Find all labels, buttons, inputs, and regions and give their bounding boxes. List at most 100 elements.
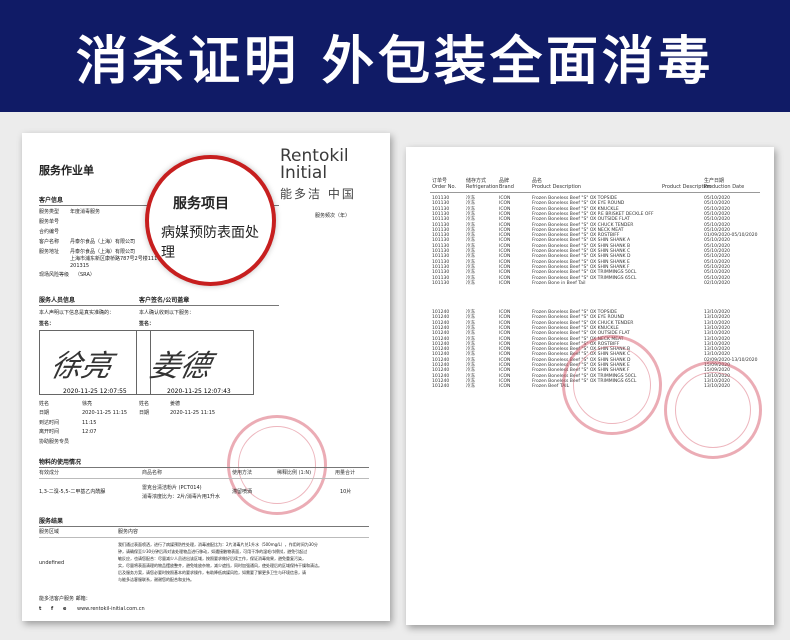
footer-social-e-icon: e — [63, 606, 67, 612]
cell-desc: Frozen Boneless Beef "S" OX SHIN SHANK A — [532, 238, 631, 244]
cell-date: 05/10/2020 — [704, 217, 730, 223]
client-statement: 本人确认收到以下服务： — [139, 310, 195, 316]
staff-sign-label: 签名： — [39, 321, 55, 327]
cell-ref: 冷冻 — [466, 352, 475, 358]
cell-brand: ICON — [499, 384, 511, 390]
service-item-magnifier: 服务项目 病媒预防表面处理 — [145, 155, 276, 286]
cell-date: 05/10/2020 — [704, 254, 730, 260]
cell-ref: 冷冻 — [466, 238, 475, 244]
cell-desc: Frozen Boneless Beef "S" OX SHIN SHANK B — [532, 243, 631, 249]
cell-brand: ICON — [499, 357, 511, 363]
staff-section-title: 服务人员信息 — [39, 297, 76, 304]
cell-brand: ICON — [499, 315, 511, 321]
cell-brand: ICON — [499, 201, 511, 207]
magnifier-title: 服务项目 — [173, 196, 229, 212]
material-method: 滞留喷洒 — [232, 489, 253, 495]
info-value: 2020-11-25 11:15 — [170, 410, 216, 416]
cell-ref: 冷冻 — [466, 243, 475, 249]
info-label: 日期 — [39, 410, 50, 416]
col-header: Production Date — [704, 184, 745, 190]
footer-social-f-icon: f — [51, 606, 54, 612]
cell-order: 101130 — [432, 275, 450, 281]
cell-order: 101130 — [432, 243, 450, 249]
client-signature-box: 姜德 2020-11-25 12:07:43 — [136, 330, 254, 395]
cell-desc: Frozen Boneless Beef "S" OX OUTSIDE FLAT — [532, 217, 630, 223]
brand-line2: Initial — [280, 163, 328, 183]
row-value: 年度消毒服务 — [70, 209, 101, 215]
col-header: Order No. — [432, 184, 457, 190]
cell-brand: ICON — [499, 259, 511, 265]
service-frequency: 服务频次（年） — [315, 213, 351, 219]
info-value: 11:15 — [82, 420, 97, 426]
content-line: 敏反应，也请您配合：尽量减少人员进出该区域，按照要求做好后续工作，保证消毒效果，… — [118, 556, 306, 561]
row-label: 客户名称 — [39, 239, 60, 245]
cell-ref: 冷冻 — [466, 373, 475, 379]
cell-ref: 冷冻 — [466, 315, 475, 321]
cell-order: 101240 — [432, 315, 450, 321]
material-ingredient: 1,3-二溴-5,5-二甲基乙内酰脲 — [39, 489, 106, 495]
info-label: 姓名 — [139, 401, 150, 407]
footer-social-t-icon: t — [39, 606, 42, 612]
cell-order: 101130 — [432, 280, 450, 286]
cell-order: 101240 — [432, 368, 450, 374]
cell-desc: Frozen Bone in Beef Tail — [532, 280, 586, 286]
info-label: 协助服务专员 — [39, 439, 70, 445]
footer-label: 能多洁客户服务 邮箱： — [39, 596, 91, 602]
cell-desc: Frozen Boneless Beef "S" OX SHIN SHANK D — [532, 254, 631, 260]
customs-stamp-right — [664, 361, 762, 459]
brand-cn: 能多洁 中国 — [280, 187, 356, 201]
cell-order: 101240 — [432, 352, 450, 358]
row-value: （SRA） — [75, 272, 95, 278]
cell-desc: Frozen Boneless Beef "S" OX CHUCK TENDER — [532, 320, 634, 326]
cell-brand: ICON — [499, 206, 511, 212]
cell-brand: ICON — [499, 368, 511, 374]
row-value: 201315 — [70, 263, 90, 269]
info-label: 离开时间 — [39, 429, 60, 435]
staff-timestamp: 2020-11-25 12:07:55 — [63, 388, 127, 395]
cell-date: 05/10/2020 — [704, 275, 730, 281]
cell-date: 02/10/2020 — [704, 280, 730, 286]
row-label: 服务单号 — [39, 219, 60, 225]
cell-ref: 冷冻 — [466, 331, 475, 337]
cell-desc: Frozen Boneless Beef "S" OX EYE ROUND — [532, 201, 625, 207]
client-signature: 姜德 — [146, 349, 214, 384]
row-label: 合约编号 — [39, 229, 60, 235]
cell-brand: ICON — [499, 270, 511, 276]
cell-ref: 冷冻 — [466, 201, 475, 207]
client-sign-label: 签名： — [139, 321, 155, 327]
col-header: Brand — [499, 184, 514, 190]
cell-brand: ICON — [499, 280, 511, 286]
material-note: 消毒浓度比为：2片/消毒片用1升水 — [142, 494, 221, 500]
material-product: 雷克台清洁粉片 (PCT014) — [142, 485, 202, 491]
row-value: 丹泰尔食品（上海）有限公司 — [70, 239, 136, 245]
cell-brand: ICON — [499, 275, 511, 281]
cell-order: 101240 — [432, 331, 450, 337]
cell-brand: ICON — [499, 238, 511, 244]
cell-desc: Frozen Boneless Beef "S" OX SHIN SHANK E — [532, 259, 630, 265]
cell-order: 101130 — [432, 222, 450, 228]
cell-date: 13/10/2020 — [704, 331, 730, 337]
cell-order: 101130 — [432, 270, 450, 276]
service-work-order-document: 服务作业单 Rentokil Initial 能多洁 中国 客户信息 服务类型 … — [22, 133, 390, 621]
info-label: 日期 — [139, 410, 150, 416]
cell-ref: 冷冻 — [466, 320, 475, 326]
info-value: 2020-11-25 11:15 — [82, 410, 128, 416]
content-line: 后及服务方案，请您必要时按照基本的要求操作，有助降低病媒风险，如需要了解更多卫生… — [118, 570, 306, 575]
cell-brand: ICON — [499, 254, 511, 260]
service-area-value: undefined — [39, 560, 65, 566]
content-line: 实，尽量将表面清理的物品摆放整齐，避免堆放杂物，减少遮挡，同时加强通风，使处理后… — [118, 563, 322, 568]
staff-statement: 本人声明以下信息是真实准确的： — [39, 310, 115, 316]
material-amount: 10片 — [340, 489, 352, 495]
cell-order: 101130 — [432, 238, 450, 244]
banner-title: 消杀证明 外包装全面消毒 — [75, 31, 715, 92]
info-value: 姜德 — [170, 401, 181, 407]
cell-order: 101240 — [432, 384, 450, 390]
cell-ref: 冷冻 — [466, 336, 475, 342]
cell-ref: 冷冻 — [466, 217, 475, 223]
cell-order: 101130 — [432, 217, 450, 223]
staff-signature-box: 徐亮 2020-11-25 12:07:55 — [39, 330, 151, 395]
shipment-list-document: 订单号 Order No. 储存方式 Refrigeration 品牌 Bran… — [406, 147, 774, 625]
material-section-title: 物料的使用情况 — [39, 459, 82, 466]
cell-date: 13/10/2020 — [704, 315, 730, 321]
cell-date: 05/10/2020 — [704, 270, 730, 276]
